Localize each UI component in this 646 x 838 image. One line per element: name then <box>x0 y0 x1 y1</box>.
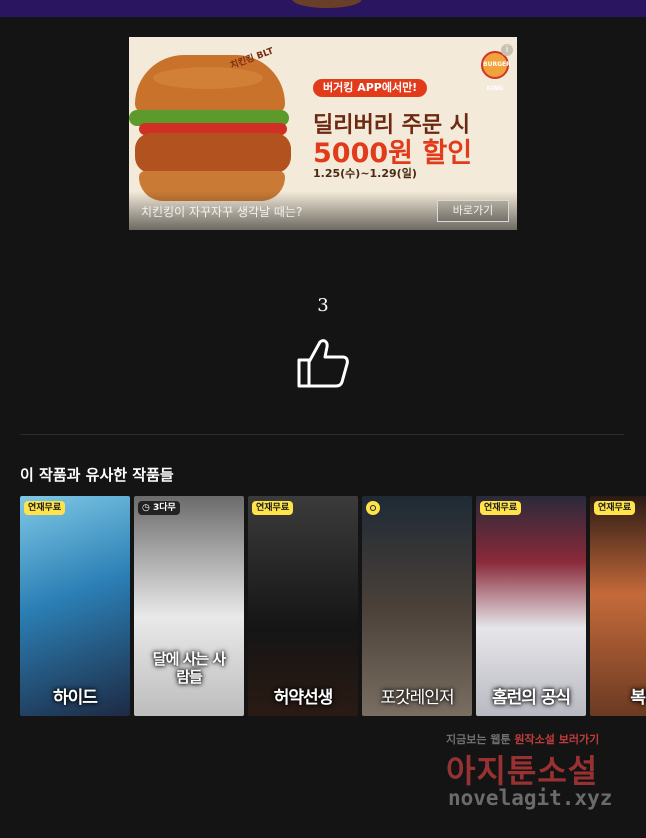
work-card[interactable]: 포갓레인저 <box>362 496 472 716</box>
top-banner-strip <box>0 0 646 17</box>
ad-pill-label: 버거킹 APP에서만! <box>313 79 428 97</box>
work-card[interactable]: 연재무료 복마 <box>590 496 646 716</box>
advertisement-banner[interactable]: 치킨킹 BLT 버거킹 APP에서만! 딜리버리 주문 시 5000원 할인 1… <box>129 37 517 230</box>
similar-works-carousel[interactable]: 연재무료 하이드 ◷ 3다무 달에 사는 사람들 연재무료 허약선생 포갓레인저… <box>20 496 646 716</box>
similar-works-title: 이 작품과 유사한 작품들 <box>20 466 174 484</box>
banner-image-fragment <box>292 0 362 8</box>
watermark-tagline: 지금보는 웹툰 원작소설 보러가기 <box>446 733 600 746</box>
section-divider <box>20 434 624 435</box>
work-card[interactable]: 연재무료 하이드 <box>20 496 130 716</box>
burger-image <box>129 55 295 205</box>
free-badge: 연재무료 <box>252 501 294 515</box>
work-title: 달에 사는 사람들 <box>152 650 226 686</box>
free-badge: 연재무료 <box>594 501 636 515</box>
free-badge: 연재무료 <box>480 501 522 515</box>
ad-cta-button[interactable]: 바로가기 <box>437 200 509 222</box>
work-card[interactable]: ◷ 3다무 달에 사는 사람들 <box>134 496 244 716</box>
work-title: 홈런의 공식 <box>491 688 571 708</box>
watermark-domain: novelagit.xyz <box>448 786 613 810</box>
work-title: 복마 <box>630 688 646 708</box>
work-card[interactable]: 연재무료 허약선생 <box>248 496 358 716</box>
work-title: 포갓레인저 <box>380 688 454 708</box>
ad-caption: 치킨킹이 자꾸자꾸 생각날 때는? <box>141 205 303 219</box>
wait-free-badge: ◷ 3다무 <box>138 501 180 515</box>
ad-info-icon[interactable]: i <box>501 44 513 56</box>
free-badge: 연재무료 <box>24 501 66 515</box>
wait-free-label: 3다무 <box>153 503 176 513</box>
ad-period: 1.25(수)~1.29(일) <box>313 167 417 180</box>
work-title: 하이드 <box>53 688 98 708</box>
thumbs-up-icon[interactable] <box>296 336 350 390</box>
clock-icon: ◷ <box>142 503 150 513</box>
work-card[interactable]: 연재무료 홈런의 공식 <box>476 496 586 716</box>
like-count: 3 <box>317 295 329 316</box>
clock-icon <box>366 501 380 515</box>
work-title: 허약선생 <box>273 688 334 708</box>
